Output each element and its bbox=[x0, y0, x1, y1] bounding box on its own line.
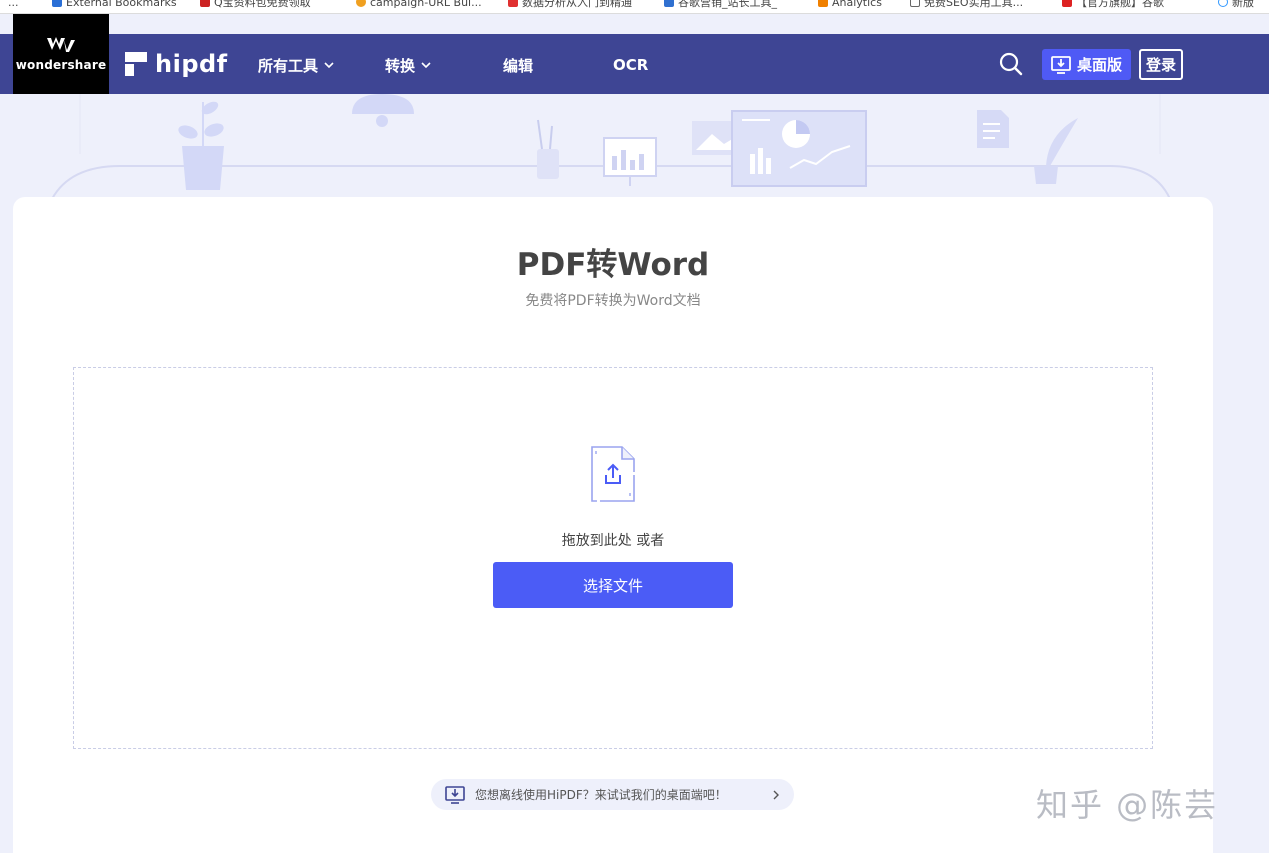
nav-edit-label: 编辑 bbox=[503, 56, 534, 75]
banner-illustration bbox=[51, 94, 1171, 200]
choose-file-button[interactable]: 选择文件 bbox=[493, 562, 733, 608]
quill-icon bbox=[1034, 118, 1078, 184]
desktop-download-icon bbox=[445, 785, 465, 804]
offline-desktop-banner[interactable]: 您想离线使用HiPDF？来试试我们的桌面端吧！ bbox=[431, 779, 794, 810]
page-title: PDF转Word bbox=[516, 247, 710, 283]
drop-instruction: 拖放到此处 或者 bbox=[561, 533, 665, 549]
bookmarks-bar: ... External Bookmarks Q宝资料包免费领取 campaig… bbox=[0, 0, 1269, 14]
zhihu-watermark: 知乎 @陈芸 bbox=[1036, 786, 1219, 824]
bookmark-item[interactable]: 【官方旗舰】谷歌 bbox=[1062, 0, 1164, 10]
plant-icon bbox=[178, 101, 224, 190]
hipdf-logo[interactable]: hipdf bbox=[125, 49, 228, 79]
bookmark-icon bbox=[356, 0, 366, 7]
bookmark-item[interactable]: campaign-URL Bui... bbox=[356, 0, 482, 10]
hipdf-logo-icon bbox=[125, 52, 147, 76]
file-dropzone[interactable] bbox=[73, 367, 1153, 749]
wondershare-logo[interactable]: wondershare bbox=[13, 14, 109, 94]
bookmark-icon bbox=[1062, 0, 1072, 7]
desktop-version-label: 桌面版 bbox=[1076, 56, 1122, 74]
bookmark-icon bbox=[200, 0, 210, 7]
nav-ocr[interactable]: OCR bbox=[613, 54, 648, 76]
document-icon bbox=[977, 110, 1009, 148]
board-chart-icon bbox=[603, 137, 657, 186]
nav-convert-label: 转换 bbox=[385, 56, 416, 75]
offline-tip-text: 您想离线使用HiPDF？来试试我们的桌面端吧！ bbox=[475, 788, 727, 802]
bookmark-icon bbox=[664, 0, 674, 7]
search-icon[interactable] bbox=[999, 52, 1023, 76]
bookmark-icon bbox=[818, 0, 828, 7]
nav-all-tools[interactable]: 所有工具 bbox=[258, 54, 334, 76]
chevron-right-icon bbox=[773, 790, 779, 799]
bookmark-icon bbox=[1218, 0, 1228, 7]
wondershare-mark-icon bbox=[47, 37, 75, 52]
nav-convert[interactable]: 转换 bbox=[385, 54, 431, 76]
choose-file-label: 选择文件 bbox=[582, 576, 643, 595]
bookmark-item[interactable]: Analytics bbox=[818, 0, 882, 10]
login-button[interactable]: 登录 bbox=[1139, 49, 1183, 80]
page-subtitle: 免费将PDF转换为Word文档 bbox=[525, 293, 701, 309]
chevron-down-icon bbox=[421, 62, 431, 69]
upload-file-icon bbox=[591, 446, 635, 502]
desktop-download-icon bbox=[1051, 55, 1071, 74]
nav-all-tools-label: 所有工具 bbox=[258, 56, 319, 75]
bookmark-item[interactable]: External Bookmarks bbox=[52, 0, 177, 10]
bookmark-item[interactable]: 数据分析从入门到精通 bbox=[508, 0, 632, 10]
bookmark-item[interactable]: 新版 bbox=[1218, 0, 1254, 10]
login-label: 登录 bbox=[1145, 56, 1176, 74]
nav-ocr-label: OCR bbox=[613, 56, 649, 74]
chevron-down-icon bbox=[324, 62, 334, 69]
bookmark-icon bbox=[910, 0, 920, 7]
wondershare-text: wondershare bbox=[15, 58, 107, 72]
lamp-icon bbox=[352, 94, 414, 127]
pen-cup-icon bbox=[537, 119, 559, 179]
bookmark-icon bbox=[52, 0, 62, 7]
desktop-version-button[interactable]: 桌面版 bbox=[1042, 49, 1131, 80]
bookmark-icon bbox=[508, 0, 518, 7]
bookmark-item[interactable]: 免费SEO实用工具... bbox=[910, 0, 1023, 10]
hipdf-text: hipdf bbox=[155, 50, 228, 78]
bookmark-item[interactable]: Q宝资料包免费领取 bbox=[200, 0, 311, 10]
bookmark-item[interactable]: ... bbox=[8, 0, 19, 10]
bookmark-item[interactable]: 谷歌营销_站长工具_ bbox=[664, 0, 777, 10]
dashboard-icon bbox=[731, 110, 867, 187]
nav-edit[interactable]: 编辑 bbox=[503, 54, 533, 76]
